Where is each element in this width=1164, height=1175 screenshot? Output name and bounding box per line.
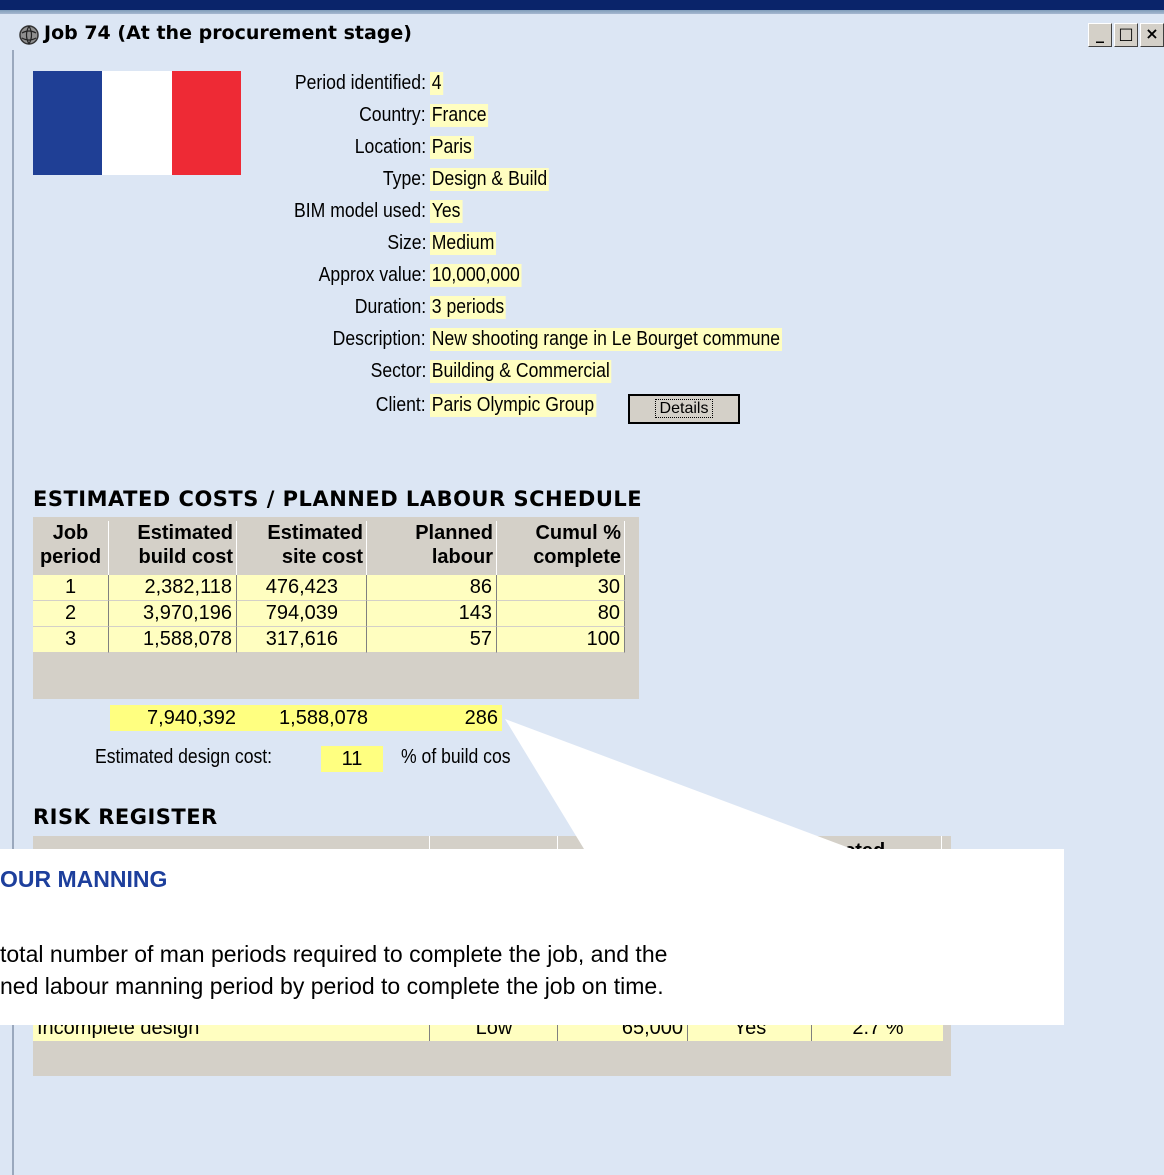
callout-line-2: ned labour manning period by period to c… [0,973,664,999]
callout-body: total number of man periods required to … [0,938,667,1002]
callout-title: OUR MANNING [0,866,168,892]
callout-line-1: total number of man periods required to … [0,941,668,967]
job-window: Job 74 (At the procurement stage) _ □ × … [0,0,1164,1175]
